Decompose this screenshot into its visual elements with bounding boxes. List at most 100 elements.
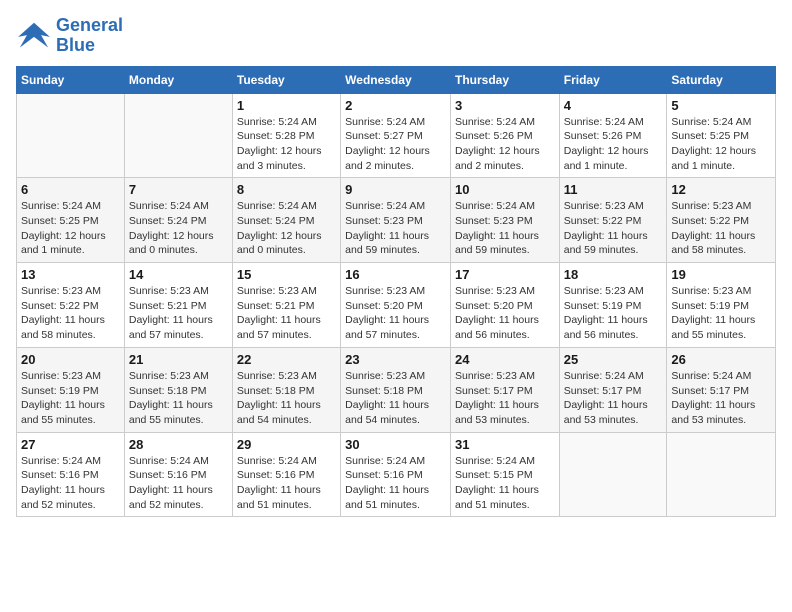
day-number: 15 xyxy=(237,267,336,282)
day-number: 1 xyxy=(237,98,336,113)
day-info: Sunrise: 5:23 AM Sunset: 5:19 PM Dayligh… xyxy=(671,284,771,343)
calendar-cell: 9 Sunrise: 5:24 AM Sunset: 5:23 PM Daylig… xyxy=(341,178,451,263)
calendar-week-row: 27 Sunrise: 5:24 AM Sunset: 5:16 PM Dayli… xyxy=(17,432,776,517)
calendar-cell: 11 Sunrise: 5:23 AM Sunset: 5:22 PM Dayli… xyxy=(559,178,667,263)
day-number: 26 xyxy=(671,352,771,367)
calendar-cell: 27Sunrise: 5:24 AM Sunset: 5:16 PM Dayli… xyxy=(17,432,125,517)
calendar-cell xyxy=(559,432,667,517)
logo-icon xyxy=(16,21,52,51)
day-info: Sunrise: 5:24 AM Sunset: 5:25 PM Dayligh… xyxy=(21,199,120,258)
day-info: Sunrise: 5:24 AM Sunset: 5:27 PM Dayligh… xyxy=(345,115,446,174)
day-info: Sunrise: 5:24 AM Sunset: 5:16 PM Dayligh… xyxy=(345,454,446,513)
day-number: 7 xyxy=(129,182,228,197)
day-number: 16 xyxy=(345,267,446,282)
calendar-header: SundayMondayTuesdayWednesdayThursdayFrid… xyxy=(17,66,776,93)
day-info: Sunrise: 5:24 AM Sunset: 5:17 PM Dayligh… xyxy=(564,369,663,428)
day-number: 2 xyxy=(345,98,446,113)
weekday-header: Monday xyxy=(124,66,232,93)
day-number: 6 xyxy=(21,182,120,197)
calendar-cell: 13Sunrise: 5:23 AM Sunset: 5:22 PM Dayli… xyxy=(17,263,125,348)
calendar-cell: 26 Sunrise: 5:24 AM Sunset: 5:17 PM Dayli… xyxy=(667,347,776,432)
day-info: Sunrise: 5:24 AM Sunset: 5:17 PM Dayligh… xyxy=(671,369,771,428)
day-number: 8 xyxy=(237,182,336,197)
calendar-cell: 21Sunrise: 5:23 AM Sunset: 5:18 PM Dayli… xyxy=(124,347,232,432)
day-info: Sunrise: 5:23 AM Sunset: 5:21 PM Dayligh… xyxy=(237,284,336,343)
day-info: Sunrise: 5:24 AM Sunset: 5:15 PM Dayligh… xyxy=(455,454,555,513)
logo: General Blue xyxy=(16,16,123,56)
calendar-cell: 7 Sunrise: 5:24 AM Sunset: 5:24 PM Daylig… xyxy=(124,178,232,263)
day-info: Sunrise: 5:23 AM Sunset: 5:18 PM Dayligh… xyxy=(237,369,336,428)
day-info: Sunrise: 5:23 AM Sunset: 5:18 PM Dayligh… xyxy=(129,369,228,428)
day-info: Sunrise: 5:24 AM Sunset: 5:25 PM Dayligh… xyxy=(671,115,771,174)
calendar-cell: 4 Sunrise: 5:24 AM Sunset: 5:26 PM Daylig… xyxy=(559,93,667,178)
day-info: Sunrise: 5:24 AM Sunset: 5:16 PM Dayligh… xyxy=(129,454,228,513)
day-info: Sunrise: 5:23 AM Sunset: 5:22 PM Dayligh… xyxy=(21,284,120,343)
weekday-header: Friday xyxy=(559,66,667,93)
day-number: 25 xyxy=(564,352,663,367)
day-info: Sunrise: 5:23 AM Sunset: 5:17 PM Dayligh… xyxy=(455,369,555,428)
calendar-cell: 30 Sunrise: 5:24 AM Sunset: 5:16 PM Dayli… xyxy=(341,432,451,517)
calendar-cell: 17 Sunrise: 5:23 AM Sunset: 5:20 PM Dayli… xyxy=(450,263,559,348)
day-number: 11 xyxy=(564,182,663,197)
day-info: Sunrise: 5:24 AM Sunset: 5:16 PM Dayligh… xyxy=(237,454,336,513)
calendar-cell: 12Sunrise: 5:23 AM Sunset: 5:22 PM Dayli… xyxy=(667,178,776,263)
logo-text: General Blue xyxy=(56,16,123,56)
calendar-cell: 8Sunrise: 5:24 AM Sunset: 5:24 PM Daylig… xyxy=(232,178,340,263)
page-header: General Blue xyxy=(16,16,776,56)
day-info: Sunrise: 5:23 AM Sunset: 5:20 PM Dayligh… xyxy=(345,284,446,343)
day-number: 3 xyxy=(455,98,555,113)
day-number: 22 xyxy=(237,352,336,367)
calendar-cell: 22 Sunrise: 5:23 AM Sunset: 5:18 PM Dayli… xyxy=(232,347,340,432)
day-info: Sunrise: 5:23 AM Sunset: 5:22 PM Dayligh… xyxy=(564,199,663,258)
day-info: Sunrise: 5:24 AM Sunset: 5:26 PM Dayligh… xyxy=(564,115,663,174)
day-number: 30 xyxy=(345,437,446,452)
weekday-header: Wednesday xyxy=(341,66,451,93)
weekday-header: Saturday xyxy=(667,66,776,93)
calendar-cell: 31 Sunrise: 5:24 AM Sunset: 5:15 PM Dayli… xyxy=(450,432,559,517)
day-number: 23 xyxy=(345,352,446,367)
day-number: 27 xyxy=(21,437,120,452)
day-info: Sunrise: 5:23 AM Sunset: 5:19 PM Dayligh… xyxy=(21,369,120,428)
day-info: Sunrise: 5:24 AM Sunset: 5:26 PM Dayligh… xyxy=(455,115,555,174)
day-number: 4 xyxy=(564,98,663,113)
day-number: 18 xyxy=(564,267,663,282)
day-info: Sunrise: 5:24 AM Sunset: 5:23 PM Dayligh… xyxy=(345,199,446,258)
calendar-cell: 18 Sunrise: 5:23 AM Sunset: 5:19 PM Dayli… xyxy=(559,263,667,348)
calendar-cell: 15 Sunrise: 5:23 AM Sunset: 5:21 PM Dayli… xyxy=(232,263,340,348)
calendar-cell: 3 Sunrise: 5:24 AM Sunset: 5:26 PM Daylig… xyxy=(450,93,559,178)
calendar-week-row: 20 Sunrise: 5:23 AM Sunset: 5:19 PM Dayli… xyxy=(17,347,776,432)
calendar-cell: 24 Sunrise: 5:23 AM Sunset: 5:17 PM Dayli… xyxy=(450,347,559,432)
calendar-cell: 19 Sunrise: 5:23 AM Sunset: 5:19 PM Dayli… xyxy=(667,263,776,348)
weekday-header: Thursday xyxy=(450,66,559,93)
day-info: Sunrise: 5:23 AM Sunset: 5:19 PM Dayligh… xyxy=(564,284,663,343)
day-number: 29 xyxy=(237,437,336,452)
day-number: 19 xyxy=(671,267,771,282)
day-info: Sunrise: 5:23 AM Sunset: 5:20 PM Dayligh… xyxy=(455,284,555,343)
day-info: Sunrise: 5:24 AM Sunset: 5:24 PM Dayligh… xyxy=(129,199,228,258)
day-number: 12 xyxy=(671,182,771,197)
day-number: 10 xyxy=(455,182,555,197)
calendar-cell: 20 Sunrise: 5:23 AM Sunset: 5:19 PM Dayli… xyxy=(17,347,125,432)
calendar-week-row: 6 Sunrise: 5:24 AM Sunset: 5:25 PM Daylig… xyxy=(17,178,776,263)
day-info: Sunrise: 5:24 AM Sunset: 5:23 PM Dayligh… xyxy=(455,199,555,258)
calendar-cell: 5 Sunrise: 5:24 AM Sunset: 5:25 PM Daylig… xyxy=(667,93,776,178)
calendar-cell: 10 Sunrise: 5:24 AM Sunset: 5:23 PM Dayli… xyxy=(450,178,559,263)
calendar-cell: 1 Sunrise: 5:24 AM Sunset: 5:28 PM Daylig… xyxy=(232,93,340,178)
day-info: Sunrise: 5:23 AM Sunset: 5:21 PM Dayligh… xyxy=(129,284,228,343)
day-number: 17 xyxy=(455,267,555,282)
day-number: 28 xyxy=(129,437,228,452)
day-number: 20 xyxy=(21,352,120,367)
day-info: Sunrise: 5:24 AM Sunset: 5:28 PM Dayligh… xyxy=(237,115,336,174)
day-number: 24 xyxy=(455,352,555,367)
day-number: 9 xyxy=(345,182,446,197)
calendar-cell xyxy=(17,93,125,178)
calendar-cell: 16 Sunrise: 5:23 AM Sunset: 5:20 PM Dayli… xyxy=(341,263,451,348)
day-number: 5 xyxy=(671,98,771,113)
calendar-cell: 14 Sunrise: 5:23 AM Sunset: 5:21 PM Dayli… xyxy=(124,263,232,348)
weekday-header: Tuesday xyxy=(232,66,340,93)
calendar-cell: 6 Sunrise: 5:24 AM Sunset: 5:25 PM Daylig… xyxy=(17,178,125,263)
day-number: 31 xyxy=(455,437,555,452)
calendar-week-row: 1 Sunrise: 5:24 AM Sunset: 5:28 PM Daylig… xyxy=(17,93,776,178)
calendar-cell xyxy=(667,432,776,517)
day-number: 14 xyxy=(129,267,228,282)
